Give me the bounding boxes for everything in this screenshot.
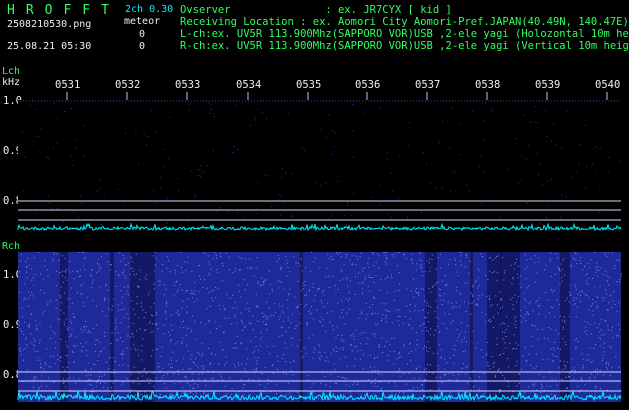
minute-tickmarks	[66, 92, 608, 100]
dark-band	[110, 252, 114, 402]
spectrogram-canvas	[17, 92, 622, 402]
dark-band	[425, 252, 437, 402]
dark-band	[470, 252, 473, 402]
lch-spectrogram	[18, 100, 621, 232]
dark-band	[500, 252, 520, 402]
dark-band	[300, 252, 303, 402]
rch-spectrogram	[18, 252, 621, 402]
dark-band	[130, 252, 155, 402]
